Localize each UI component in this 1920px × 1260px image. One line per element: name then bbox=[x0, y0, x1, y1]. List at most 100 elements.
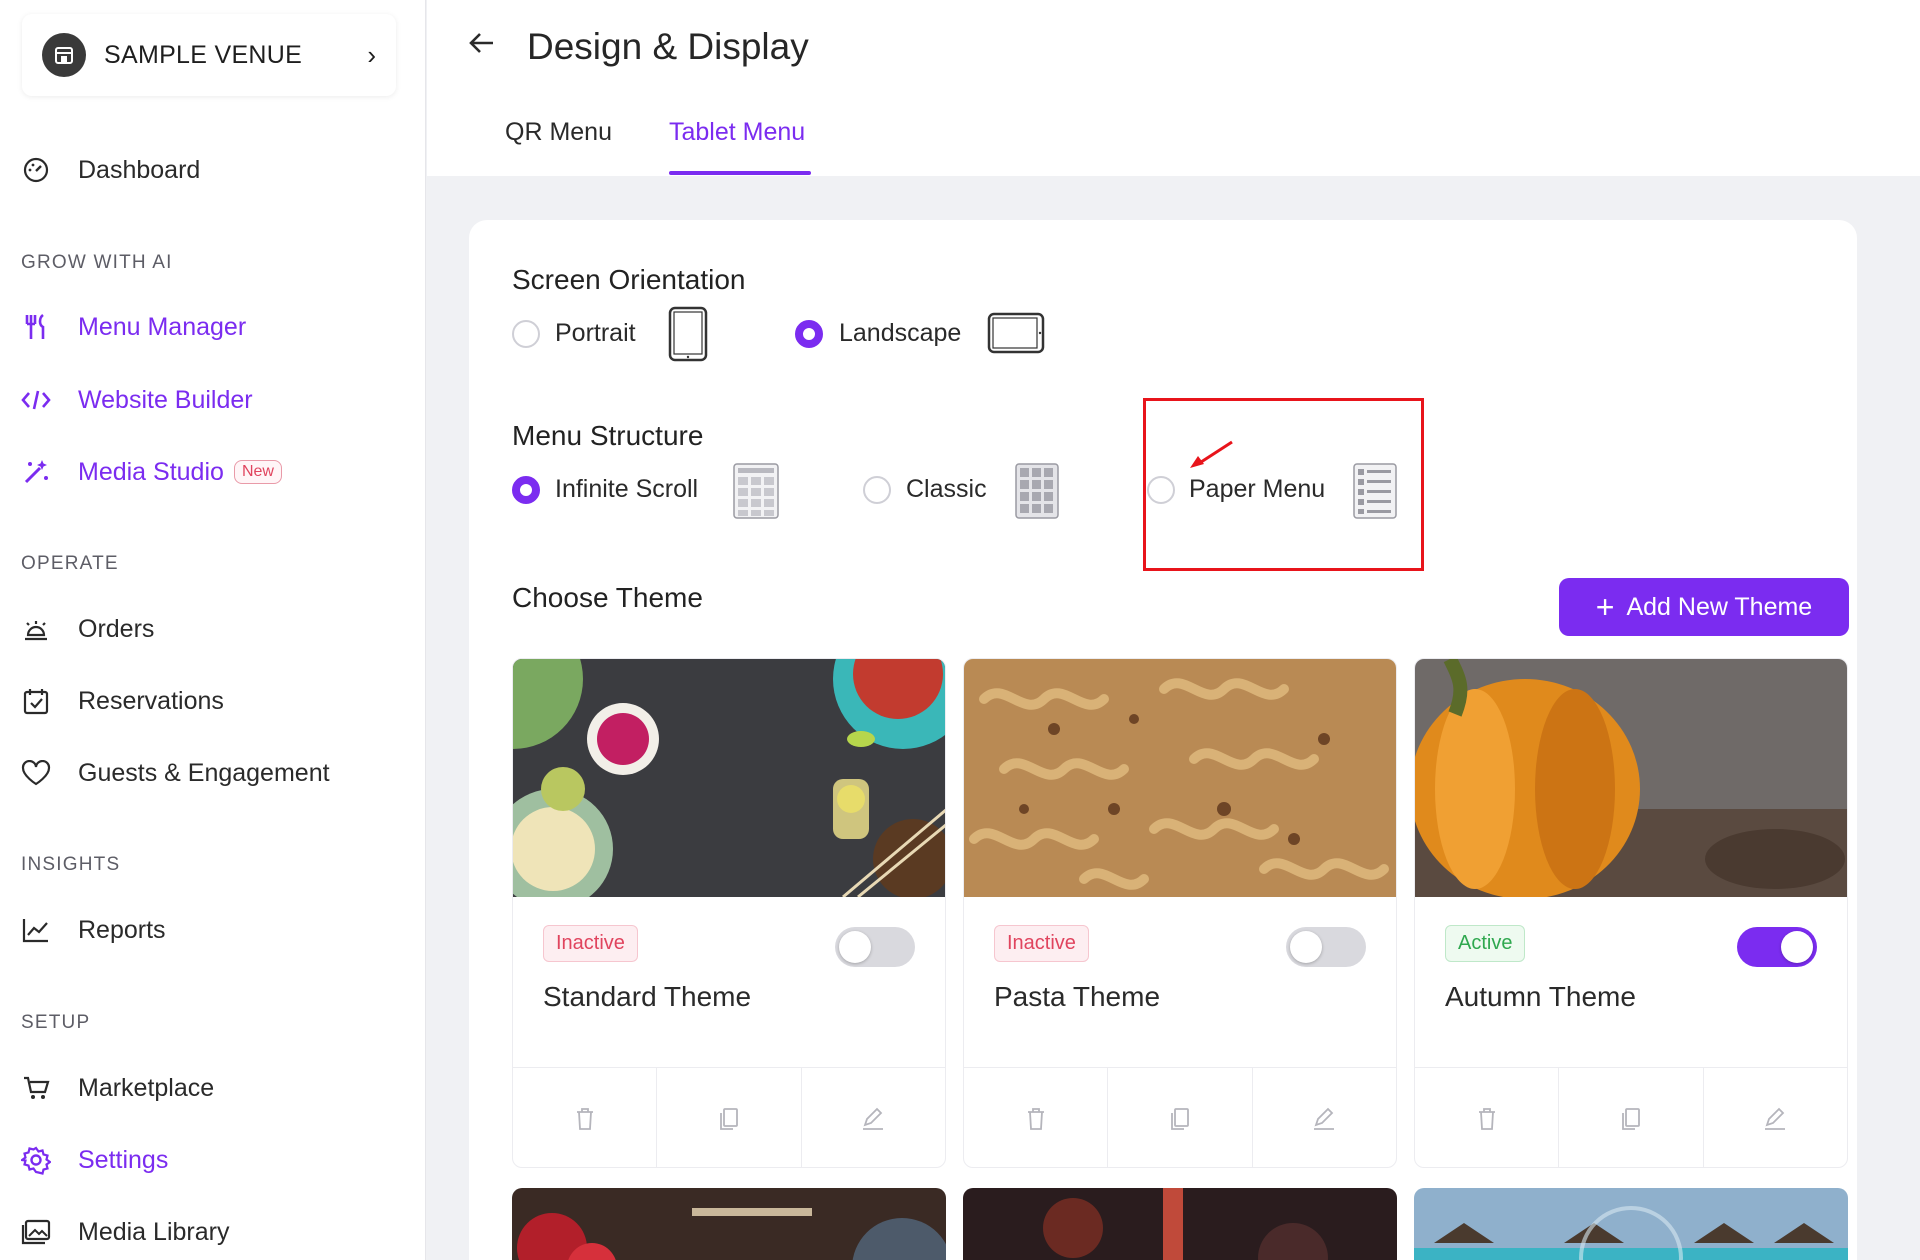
section-insights: INSIGHTS bbox=[21, 854, 121, 875]
edit-icon[interactable] bbox=[1253, 1068, 1396, 1167]
nav-media-studio-label: Media Studio bbox=[78, 457, 224, 486]
calendar-check-icon bbox=[20, 685, 52, 717]
delete-icon[interactable] bbox=[513, 1068, 658, 1167]
classic-label: Classic bbox=[906, 475, 987, 503]
theme-actions bbox=[1415, 1067, 1847, 1167]
line-chart-icon bbox=[20, 914, 52, 946]
theme-actions bbox=[964, 1067, 1396, 1167]
settings-card: Screen Orientation Portrait Landscape Me… bbox=[469, 220, 1857, 1260]
section-grow-with-ai: GROW WITH AI bbox=[21, 252, 173, 273]
nav-website-builder-label: Website Builder bbox=[78, 385, 253, 414]
chevron-right-icon: › bbox=[367, 39, 376, 70]
sidebar: SAMPLE VENUE › Dashboard GROW WITH AI Me… bbox=[0, 0, 426, 1260]
page-header: Design & Display QR Menu Tablet Menu bbox=[427, 0, 1920, 176]
nav-settings[interactable]: Settings bbox=[20, 1138, 168, 1182]
delete-icon[interactable] bbox=[1415, 1068, 1560, 1167]
annotation-arrow-icon bbox=[1188, 438, 1236, 475]
section-setup: SETUP bbox=[21, 1012, 91, 1033]
page-title: Design & Display bbox=[527, 26, 809, 67]
add-new-theme-button[interactable]: + Add New Theme bbox=[1559, 578, 1849, 636]
active-tab-indicator bbox=[669, 171, 811, 175]
copy-icon[interactable] bbox=[657, 1068, 802, 1167]
nav-menu-manager-label: Menu Manager bbox=[78, 312, 247, 341]
theme-card-standard[interactable]: Inactive Standard Theme bbox=[512, 658, 946, 1168]
nav-media-library-label: Media Library bbox=[78, 1217, 230, 1246]
nav-menu-manager[interactable]: Menu Manager bbox=[20, 305, 246, 349]
theme-card-partial[interactable] bbox=[1414, 1188, 1848, 1260]
standard-theme-image bbox=[513, 659, 945, 909]
status-badge: Inactive bbox=[994, 925, 1089, 962]
back-arrow-icon[interactable] bbox=[467, 28, 497, 67]
theme-toggle[interactable] bbox=[835, 927, 915, 967]
portrait-label: Portrait bbox=[555, 319, 636, 347]
nav-website-builder[interactable]: Website Builder bbox=[20, 378, 253, 422]
cutlery-icon bbox=[20, 311, 52, 343]
add-new-theme-label: Add New Theme bbox=[1626, 592, 1813, 621]
choose-theme-heading: Choose Theme bbox=[512, 582, 703, 613]
nav-marketplace-label: Marketplace bbox=[78, 1073, 215, 1102]
tab-tablet-menu[interactable]: Tablet Menu bbox=[669, 118, 805, 147]
theme-card-autumn[interactable]: Active Autumn Theme bbox=[1414, 658, 1848, 1168]
landscape-label: Landscape bbox=[839, 319, 962, 347]
portrait-radio[interactable] bbox=[512, 320, 540, 348]
nav-guests-label: Guests & Engagement bbox=[78, 758, 330, 787]
nav-reservations-label: Reservations bbox=[78, 686, 224, 715]
nav-orders[interactable]: Orders bbox=[20, 607, 154, 651]
infinite-scroll-label: Infinite Scroll bbox=[555, 475, 699, 503]
pasta-theme-image bbox=[964, 659, 1396, 897]
nav-marketplace[interactable]: Marketplace bbox=[20, 1066, 214, 1110]
theme-card-partial[interactable] bbox=[963, 1188, 1397, 1260]
landscape-radio[interactable] bbox=[795, 320, 823, 348]
theme-toggle[interactable] bbox=[1286, 927, 1366, 967]
nav-reports[interactable]: Reports bbox=[20, 908, 166, 952]
theme-name: Autumn Theme bbox=[1445, 981, 1636, 1012]
new-badge: New bbox=[233, 460, 282, 484]
nav-reservations[interactable]: Reservations bbox=[20, 679, 224, 723]
nav-settings-label: Settings bbox=[78, 1145, 169, 1174]
nav-media-studio[interactable]: Media Studio New bbox=[20, 450, 282, 494]
delete-icon[interactable] bbox=[964, 1068, 1109, 1167]
tablet-portrait-icon bbox=[668, 306, 708, 367]
magic-wand-icon bbox=[20, 456, 52, 488]
venue-switcher[interactable]: SAMPLE VENUE › bbox=[22, 14, 396, 96]
menu-structure-heading: Menu Structure bbox=[512, 420, 704, 451]
plus-icon: + bbox=[1595, 589, 1615, 625]
nav-dashboard-label: Dashboard bbox=[78, 155, 201, 184]
theme-card-pasta[interactable]: Inactive Pasta Theme bbox=[963, 658, 1397, 1168]
section-operate: OPERATE bbox=[21, 553, 119, 574]
heart-icon bbox=[20, 757, 52, 789]
infinite-scroll-radio[interactable] bbox=[512, 476, 540, 504]
theme-toggle[interactable] bbox=[1737, 927, 1817, 967]
venue-name: SAMPLE VENUE bbox=[104, 40, 303, 69]
gauge-icon bbox=[20, 154, 52, 186]
images-icon bbox=[20, 1216, 52, 1248]
edit-icon[interactable] bbox=[802, 1068, 945, 1167]
nav-media-library[interactable]: Media Library bbox=[20, 1210, 229, 1254]
theme-name: Pasta Theme bbox=[994, 981, 1161, 1012]
tablet-landscape-icon bbox=[987, 312, 1045, 359]
nav-dashboard[interactable]: Dashboard bbox=[20, 148, 200, 192]
autumn-theme-image bbox=[1415, 659, 1847, 899]
annotation-highlight-box bbox=[1143, 398, 1424, 571]
theme-name: Standard Theme bbox=[543, 981, 752, 1012]
copy-icon[interactable] bbox=[1108, 1068, 1253, 1167]
classic-radio[interactable] bbox=[863, 476, 891, 504]
infinite-scroll-layout-icon bbox=[733, 463, 779, 524]
nav-reports-label: Reports bbox=[78, 915, 166, 944]
tab-qr-menu[interactable]: QR Menu bbox=[505, 118, 612, 147]
status-badge: Inactive bbox=[543, 925, 638, 962]
theme-card-partial[interactable] bbox=[512, 1188, 946, 1260]
theme-actions bbox=[513, 1067, 945, 1167]
code-icon bbox=[20, 384, 52, 416]
nav-orders-label: Orders bbox=[78, 614, 155, 643]
bell-icon bbox=[20, 613, 52, 645]
store-icon bbox=[42, 33, 86, 77]
status-badge: Active bbox=[1445, 925, 1526, 962]
copy-icon[interactable] bbox=[1559, 1068, 1704, 1167]
edit-icon[interactable] bbox=[1704, 1068, 1847, 1167]
gear-icon bbox=[20, 1144, 52, 1176]
screen-orientation-heading: Screen Orientation bbox=[512, 264, 746, 295]
nav-guests-engagement[interactable]: Guests & Engagement bbox=[20, 751, 330, 795]
cart-icon bbox=[20, 1072, 52, 1104]
classic-layout-icon bbox=[1015, 463, 1059, 524]
